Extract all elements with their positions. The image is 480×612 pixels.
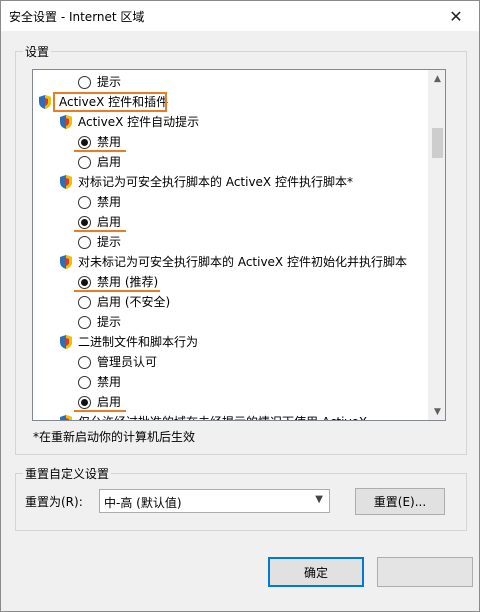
radio-button[interactable] <box>78 216 91 229</box>
option-label: 启用 <box>97 395 122 409</box>
reset-group-label: 重置自定义设置 <box>23 465 112 482</box>
security-settings-dialog: 安全设置 - Internet 区域 ✕ 设置 提示 ActiveX 控件和插件 <box>0 0 480 612</box>
reset-to-label: 重置为(R): <box>25 495 83 509</box>
security-level-select[interactable]: 中-高 (默认值) ▼ <box>99 489 330 513</box>
option-label: 提示 <box>97 315 122 329</box>
radio-button[interactable] <box>78 196 91 209</box>
radio-button[interactable] <box>78 136 91 149</box>
tree-row[interactable]: 对未标记为可安全执行脚本的 ActiveX 控件初始化并执行脚本 <box>33 252 433 272</box>
tree-row[interactable]: 禁用 (推荐) <box>33 272 433 292</box>
radio-button[interactable] <box>78 76 91 89</box>
option-label: 禁用 <box>97 375 122 389</box>
tree-row[interactable]: 对标记为可安全执行脚本的 ActiveX 控件执行脚本* <box>33 172 433 192</box>
setting-label: 对标记为可安全执行脚本的 ActiveX 控件执行脚本* <box>78 175 353 189</box>
option-label: 禁用 (推荐) <box>97 275 159 289</box>
scroll-up-icon[interactable]: ▲ <box>429 70 445 87</box>
tree-row[interactable]: 管理员认可 <box>33 352 433 372</box>
radio-button[interactable] <box>78 376 91 389</box>
setting-label: 仅允许经过批准的域在未经提示的情况下使用 ActiveX <box>78 412 367 420</box>
shield-icon <box>60 415 72 420</box>
radio-button[interactable] <box>78 296 91 309</box>
radio-button[interactable] <box>78 276 91 289</box>
option-label: 启用 (不安全) <box>97 295 171 309</box>
shield-icon <box>60 335 72 349</box>
option-label: 提示 <box>97 75 122 89</box>
tree-row[interactable]: 提示 <box>33 72 433 92</box>
option-label: 启用 <box>97 155 122 169</box>
highlight-box <box>53 92 167 112</box>
tree-row[interactable]: 禁用 <box>33 372 433 392</box>
radio-button[interactable] <box>78 356 91 369</box>
tree-row[interactable]: 启用 (不安全) <box>33 292 433 312</box>
window-title: 安全设置 - Internet 区域 <box>9 10 145 24</box>
shield-icon <box>60 115 72 129</box>
reset-button[interactable]: 重置(E)... <box>355 488 445 515</box>
radio-button[interactable] <box>78 316 91 329</box>
vertical-scrollbar[interactable]: ▲ ▼ <box>428 70 445 420</box>
tree-row[interactable]: ActiveX 控件自动提示 <box>33 112 433 132</box>
restart-note: *在重新启动你的计算机后生效 <box>33 430 196 444</box>
setting-label: 二进制文件和脚本行为 <box>78 335 199 349</box>
radio-button[interactable] <box>78 236 91 249</box>
tree-row[interactable]: 提示 <box>33 312 433 332</box>
option-label: 启用 <box>97 215 122 229</box>
chevron-down-icon: ▼ <box>315 494 323 505</box>
tree-row[interactable]: 仅允许经过批准的域在未经提示的情况下使用 ActiveX <box>33 412 433 420</box>
settings-tree[interactable]: 提示 ActiveX 控件和插件 ActiveX 控件自动提示 禁用 启用 对标… <box>32 69 446 421</box>
scroll-down-icon[interactable]: ▼ <box>429 403 445 420</box>
shield-icon <box>60 255 72 269</box>
cancel-button-obscured[interactable] <box>377 557 473 587</box>
tree-row[interactable]: 禁用 <box>33 192 433 212</box>
selected-level: 中-高 (默认值) <box>104 496 182 510</box>
tree-row[interactable]: 启用 <box>33 152 433 172</box>
tree-row[interactable]: 启用 <box>33 212 433 232</box>
option-label: 管理员认可 <box>97 355 158 369</box>
close-icon[interactable]: ✕ <box>433 1 479 31</box>
radio-button[interactable] <box>78 156 91 169</box>
tree-row[interactable]: 提示 <box>33 232 433 252</box>
tree-row[interactable]: 启用 <box>33 392 433 412</box>
radio-button[interactable] <box>78 396 91 409</box>
setting-label: ActiveX 控件自动提示 <box>78 115 200 129</box>
option-label: 提示 <box>97 235 122 249</box>
settings-group-label: 设置 <box>23 43 52 60</box>
scrollbar-thumb[interactable] <box>432 128 443 158</box>
setting-label: 对未标记为可安全执行脚本的 ActiveX 控件初始化并执行脚本 <box>78 255 407 269</box>
shield-icon <box>60 175 72 189</box>
tree-row[interactable]: 禁用 <box>33 132 433 152</box>
ok-button[interactable]: 确定 <box>268 557 364 587</box>
title-bar[interactable]: 安全设置 - Internet 区域 ✕ <box>1 1 479 31</box>
tree-row[interactable]: 二进制文件和脚本行为 <box>33 332 433 352</box>
shield-icon <box>39 95 51 109</box>
option-label: 禁用 <box>97 195 122 209</box>
option-label: 禁用 <box>97 135 122 149</box>
